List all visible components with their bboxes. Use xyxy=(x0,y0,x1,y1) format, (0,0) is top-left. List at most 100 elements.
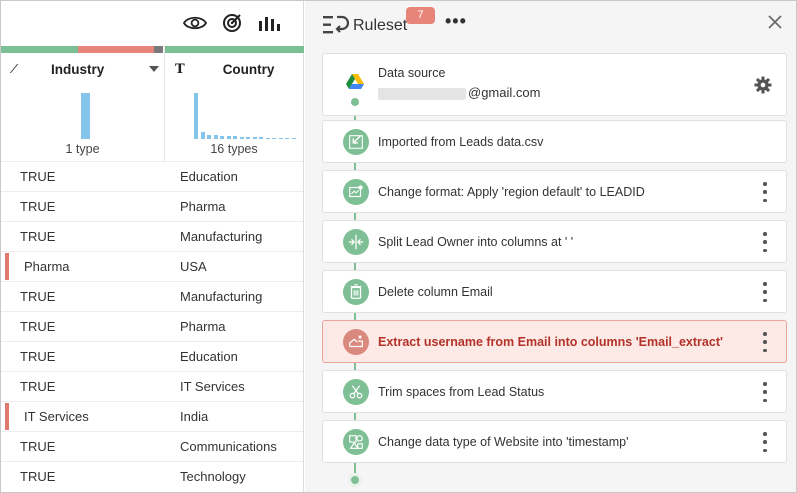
cell-country[interactable]: Manufacturing xyxy=(180,289,262,304)
target-icon[interactable] xyxy=(219,11,245,35)
cell-industry[interactable]: TRUE xyxy=(20,229,55,244)
cell-industry[interactable]: IT Services xyxy=(24,409,89,424)
histogram-bar[interactable] xyxy=(252,137,257,139)
timeline-end-node xyxy=(348,473,362,487)
histogram-bar[interactable] xyxy=(278,138,283,139)
cell-industry[interactable]: TRUE xyxy=(20,319,55,334)
histogram-bar[interactable] xyxy=(265,138,270,139)
kebab-menu-icon[interactable] xyxy=(762,432,768,452)
data-source-email: @gmail.com xyxy=(378,85,540,100)
rule-step-card[interactable]: Change format: Apply 'region default' to… xyxy=(322,170,787,213)
cell-country[interactable]: Pharma xyxy=(180,319,226,334)
rule-step-card[interactable]: Trim spaces from Lead Status xyxy=(322,370,787,413)
column-name: Country xyxy=(222,61,275,77)
table-row[interactable]: TRUE Pharma xyxy=(1,311,303,341)
text-type-icon[interactable]: T xyxy=(175,62,185,77)
grid-toolbar xyxy=(1,1,304,46)
rule-step-card[interactable]: Delete column Email xyxy=(322,270,787,313)
cell-country[interactable]: Manufacturing xyxy=(180,229,262,244)
histogram-bar[interactable] xyxy=(81,93,90,139)
rule-step-card[interactable]: Extract username from Email into columns… xyxy=(322,320,787,363)
quality-bar-empty xyxy=(154,46,163,53)
cell-country[interactable]: IT Services xyxy=(180,379,245,394)
table-row[interactable]: Pharma USA xyxy=(1,251,303,281)
ruleset-icon xyxy=(323,15,349,34)
column-header-country[interactable]: T Country xyxy=(175,53,303,85)
google-drive-icon xyxy=(346,74,364,89)
rule-step-label: Delete column Email xyxy=(378,285,493,299)
ruleset-header: Ruleset 7 ••• xyxy=(305,1,796,47)
invalid-value-marker xyxy=(5,403,9,430)
table-row[interactable]: TRUE IT Services xyxy=(1,371,303,401)
close-icon[interactable] xyxy=(766,13,784,31)
cell-country[interactable]: Education xyxy=(180,349,238,364)
invalid-value-marker xyxy=(5,253,9,280)
cell-country[interactable]: Communications xyxy=(180,439,277,454)
cell-country[interactable]: Technology xyxy=(180,469,246,484)
cell-country[interactable]: USA xyxy=(180,259,207,274)
cell-industry[interactable]: TRUE xyxy=(20,349,55,364)
trash-icon xyxy=(343,279,369,305)
table-row[interactable]: IT Services India xyxy=(1,401,303,431)
table-row[interactable]: TRUE Communications xyxy=(1,431,303,461)
shapes-icon xyxy=(343,429,369,455)
table-row[interactable]: TRUE Pharma xyxy=(1,191,303,221)
boolean-type-icon[interactable]: ⁄ xyxy=(13,62,15,76)
rule-step-label: Change data type of Website into 'timest… xyxy=(378,435,629,449)
histogram-bar[interactable] xyxy=(272,138,276,139)
histogram-bar[interactable] xyxy=(200,132,205,139)
extract-icon xyxy=(343,329,369,355)
gear-icon[interactable] xyxy=(754,76,772,94)
cell-country[interactable]: India xyxy=(180,409,208,424)
eye-icon[interactable] xyxy=(182,11,208,35)
kebab-menu-icon[interactable] xyxy=(762,382,768,402)
format-icon xyxy=(343,179,369,205)
cell-industry[interactable]: Pharma xyxy=(24,259,70,274)
rule-step-card[interactable]: Change data type of Website into 'timest… xyxy=(322,420,787,463)
table-row[interactable]: TRUE Manufacturing xyxy=(1,221,303,251)
kebab-menu-icon[interactable] xyxy=(762,232,768,252)
histogram-bar[interactable] xyxy=(213,135,218,139)
rule-step-card[interactable]: Imported from Leads data.csv xyxy=(322,120,787,163)
data-source-card[interactable]: Data source @gmail.com xyxy=(322,53,787,116)
ruleset-panel: Ruleset 7 ••• Data source @gmail.com Imp… xyxy=(305,1,796,492)
histogram-bar[interactable] xyxy=(226,136,231,139)
histogram-bar[interactable] xyxy=(239,137,244,139)
histogram-bar[interactable] xyxy=(246,137,250,139)
cell-industry[interactable]: TRUE xyxy=(20,379,55,394)
cell-country[interactable]: Pharma xyxy=(180,199,226,214)
histogram-icon[interactable] xyxy=(256,11,282,35)
ruleset-title: Ruleset xyxy=(353,17,408,34)
table-row[interactable]: TRUE Technology xyxy=(1,461,303,491)
more-options-icon[interactable]: ••• xyxy=(445,11,467,32)
table-row[interactable]: TRUE Manufacturing xyxy=(1,281,303,311)
cell-industry[interactable]: TRUE xyxy=(20,289,55,304)
quality-bar-valid xyxy=(165,46,304,53)
cell-industry[interactable]: TRUE xyxy=(20,439,55,454)
histogram-bar[interactable] xyxy=(285,138,289,139)
table-row[interactable]: TRUE Education xyxy=(1,341,303,371)
table-row[interactable]: TRUE Education xyxy=(1,161,303,191)
data-rows: TRUE Education TRUE Pharma TRUE Manufacturing… xyxy=(1,161,303,491)
rule-step-card[interactable]: Split Lead Owner into columns at ' ' xyxy=(322,220,787,263)
histogram-bar[interactable] xyxy=(207,135,211,139)
scissors-icon xyxy=(343,379,369,405)
histogram-bar[interactable] xyxy=(220,136,224,139)
histogram-bar[interactable] xyxy=(259,137,263,139)
kebab-menu-icon[interactable] xyxy=(762,332,768,352)
timeline-node xyxy=(351,98,359,106)
import-icon xyxy=(343,129,369,155)
column-header-industry[interactable]: ⁄ Industry xyxy=(13,53,163,85)
data-grid-panel: ⁄ Industry T Country 1 type 16 types TRU… xyxy=(1,1,304,492)
histogram-bar[interactable] xyxy=(194,93,198,139)
kebab-menu-icon[interactable] xyxy=(762,282,768,302)
kebab-menu-icon[interactable] xyxy=(762,182,768,202)
cell-industry[interactable]: TRUE xyxy=(20,469,55,484)
cell-country[interactable]: Education xyxy=(180,169,238,184)
chevron-down-icon[interactable] xyxy=(149,66,159,72)
cell-industry[interactable]: TRUE xyxy=(20,199,55,214)
column-name: Industry xyxy=(51,61,105,77)
cell-industry[interactable]: TRUE xyxy=(20,169,55,184)
histogram-bar[interactable] xyxy=(233,136,237,139)
histogram-bar[interactable] xyxy=(291,138,296,139)
